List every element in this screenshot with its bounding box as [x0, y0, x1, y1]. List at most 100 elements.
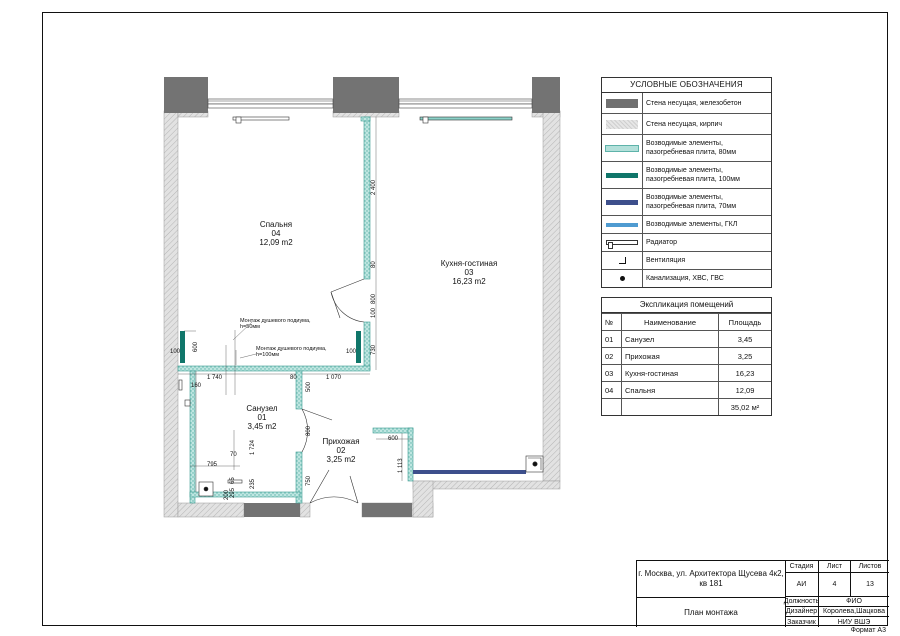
dim-2400: 2 400: [371, 179, 377, 195]
drywall-swatch: [602, 216, 643, 233]
dim-600a: 600: [193, 341, 199, 352]
dim-100c: 100: [371, 307, 377, 318]
legend-label: Стена несущая, кирпич: [646, 120, 723, 128]
header-num: №: [602, 313, 622, 331]
dim-1724: 1 724: [250, 439, 256, 455]
legend-label: Стена несущая, железобетон: [646, 99, 742, 107]
ventilation-icon: [602, 252, 643, 269]
shower-notes: Монтаж душевого подиума, h=50мм Монтаж д…: [240, 318, 327, 358]
format-label: Формат А3: [850, 627, 886, 634]
address-text: г. Москва, ул. Архитектора Щусева 4к2, к…: [637, 561, 786, 598]
explication-title: Экспликация помещений: [602, 298, 771, 313]
room-kitchen-num: 03: [465, 268, 474, 277]
cell-num: 01: [602, 330, 622, 348]
role-header: Должность: [783, 597, 820, 607]
tongue-groove-70-swatch: [602, 189, 643, 215]
cell-name: Спальня: [621, 381, 719, 399]
dim-100a: 100: [170, 349, 181, 355]
cell-name: Прихожая: [621, 347, 719, 365]
dim-70: 70: [230, 452, 237, 458]
sheets-header: Листов: [851, 561, 889, 573]
legend-row-tg80: Возводимые элементы, пазогребневая плита…: [602, 135, 771, 162]
table-row: 03 Кухня-гостиная 16,23: [602, 364, 771, 382]
legend-label: Возводимые элементы, пазогребневая плита…: [646, 140, 737, 156]
legend-row-tg100: Возводимые элементы, пазогребневая плита…: [602, 162, 771, 189]
radiators: [232, 116, 513, 124]
dim-65: 65: [230, 477, 236, 484]
dim-235: 235: [250, 478, 256, 489]
cell-num: 02: [602, 347, 622, 365]
note-shower-50-line2: h=50мм: [240, 324, 260, 330]
cell-area: 16,23: [718, 364, 771, 382]
table-row: 02 Прихожая 3,25: [602, 347, 771, 365]
radiator-icon: [602, 234, 643, 251]
dim-295: 295: [230, 487, 236, 498]
tongue-groove-80-swatch: [602, 135, 643, 161]
legend-label: Канализация, ХВС, ГВС: [646, 275, 724, 282]
room-bedroom-area: 12,09 m2: [259, 238, 293, 247]
brick-wall-swatch: [602, 114, 643, 134]
dim-80a: 80: [371, 261, 377, 268]
dim-750: 750: [306, 475, 312, 486]
concrete-walls: [164, 77, 560, 517]
legend-label: Возводимые элементы, пазогребневая плита…: [646, 194, 737, 210]
legend-label: Возводимые элементы, пазогребневая плита…: [646, 167, 740, 183]
room-bedroom-num: 04: [272, 229, 281, 238]
dim-795: 795: [207, 462, 218, 468]
table-total-row: 35,02 м²: [602, 398, 771, 415]
room-kitchen-area: 16,23 m2: [452, 277, 486, 286]
legend-row-gkl: Возводимые элементы, ГКЛ: [602, 216, 771, 234]
dim-600b: 600: [388, 436, 399, 442]
sheet-header: Лист: [819, 561, 851, 573]
legend-row-radiator: Радиатор: [602, 234, 771, 252]
legend-panel: УСЛОВНЫЕ ОБОЗНАЧЕНИЯ Стена несущая, желе…: [601, 77, 772, 288]
legend-row-vent: Вентиляция: [602, 252, 771, 270]
legend-label: Вентиляция: [646, 257, 686, 264]
cell-name: Кухня-гостиная: [621, 364, 719, 382]
customer-header: Заказчик: [785, 617, 819, 627]
tongue-groove-100-swatch: [602, 162, 643, 188]
header-area: Площадь: [718, 313, 771, 331]
title-block: г. Москва, ул. Архитектора Щусева 4к2, к…: [636, 560, 889, 627]
sheets-value: 13: [851, 573, 889, 597]
table-header-row: № Наименование Площадь: [602, 313, 771, 331]
legend-row-brick: Стена несущая, кирпич: [602, 114, 771, 135]
room-bath-num: 01: [258, 413, 267, 422]
kitchen-utility: [525, 455, 544, 473]
cell-name: Санузел: [621, 330, 719, 348]
partitions-80: [177, 116, 414, 504]
cell-num: 03: [602, 364, 622, 382]
legend-row-sewer: Канализация, ХВС, ГВС: [602, 270, 771, 287]
room-labels: Спальня 04 12,09 m2 Кухня-гостиная 03 16…: [246, 220, 497, 464]
cell-area: 12,09: [718, 381, 771, 399]
room-bath-name: Санузел: [246, 404, 277, 413]
dim-100b: 100: [346, 349, 357, 355]
dim-80b: 80: [290, 375, 297, 381]
sheet-name: План монтажа: [637, 597, 786, 627]
sheet-value: 4: [819, 573, 851, 597]
fio-header: ФИО: [819, 597, 889, 607]
legend-title: УСЛОВНЫЕ ОБОЗНАЧЕНИЯ: [602, 78, 771, 93]
header-name: Наименование: [621, 313, 719, 331]
legend-row-concrete: Стена несущая, железобетон: [602, 93, 771, 114]
cell-empty: [602, 398, 622, 415]
cell-area: 3,25: [718, 347, 771, 365]
dim-800b: 800: [306, 425, 312, 436]
designer-header: Дизайнер: [785, 607, 819, 617]
cell-total: 35,02 м²: [718, 398, 771, 415]
legend-row-tg70: Возводимые элементы, пазогребневая плита…: [602, 189, 771, 216]
dim-730: 730: [371, 344, 377, 355]
dim-800a: 800: [371, 293, 377, 304]
cell-num: 04: [602, 381, 622, 399]
concrete-wall-swatch: [602, 93, 643, 113]
table-row: 04 Спальня 12,09: [602, 381, 771, 399]
brick-walls: [163, 110, 561, 518]
dim-500: 500: [306, 381, 312, 392]
room-hall-area: 3,25 m2: [327, 455, 356, 464]
stage-value: АИ: [785, 573, 819, 597]
partition-70: [413, 470, 526, 474]
room-bedroom-name: Спальня: [260, 220, 292, 229]
stage-header: Стадия: [785, 561, 819, 573]
dim-1070: 1 070: [326, 375, 342, 381]
room-bath-area: 3,45 m2: [248, 422, 277, 431]
